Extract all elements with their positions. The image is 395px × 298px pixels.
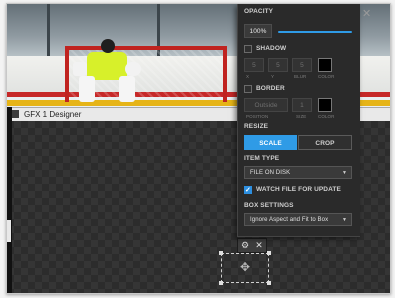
goal-crossbar: [65, 46, 227, 50]
opacity-label: OPACITY: [244, 8, 274, 15]
border-size-input[interactable]: 1: [292, 98, 312, 112]
properties-panel: OPACITY 100% SHADOW 5 5 5 X Y BLUR COLOR…: [237, 4, 360, 237]
shadow-label: SHADOW: [256, 45, 287, 52]
resize-crop-button[interactable]: CROP: [298, 135, 352, 150]
shadow-color-caption: COLOR: [318, 74, 335, 79]
resize-handle-bottom-left[interactable]: [219, 281, 223, 285]
resize-handle-top-left[interactable]: [219, 251, 223, 255]
box-settings-value: Ignore Aspect and Fit to Box: [250, 217, 329, 223]
shadow-blur-input[interactable]: 5: [292, 58, 312, 72]
chevron-down-icon: ▼: [341, 217, 347, 223]
shadow-y-input[interactable]: 5: [268, 58, 288, 72]
opacity-input[interactable]: 100%: [244, 24, 272, 38]
goalie-blocker: [73, 62, 87, 76]
element-toolbar: ⚙ ✕: [237, 238, 267, 253]
selected-element-box[interactable]: ✥: [219, 251, 271, 285]
watch-file-label: WATCH FILE FOR UPDATE: [256, 186, 341, 193]
resize-handle-bottom-right[interactable]: [267, 281, 271, 285]
border-size-caption: SIZE: [296, 114, 307, 119]
opacity-slider[interactable]: [278, 31, 352, 33]
close-icon[interactable]: ✕: [252, 239, 266, 252]
move-icon[interactable]: ✥: [222, 260, 268, 274]
item-type-select[interactable]: FILE ON DISK ▼: [244, 166, 352, 179]
border-position-input[interactable]: Outside: [244, 98, 288, 112]
item-type-value: FILE ON DISK: [250, 170, 291, 176]
shadow-x-input[interactable]: 5: [244, 58, 264, 72]
goalie-pad: [79, 76, 95, 102]
close-icon[interactable]: ✕: [362, 9, 371, 20]
watch-file-checkbox[interactable]: ✓: [244, 186, 252, 194]
canvas-left-edge: [7, 107, 12, 293]
item-type-label: ITEM TYPE: [244, 155, 280, 162]
border-color-caption: COLOR: [318, 114, 335, 119]
goal-post-right: [223, 46, 227, 102]
box-settings-label: BOX SETTINGS: [244, 202, 294, 209]
goalie-glove: [125, 62, 141, 76]
app-window: GFX 1 Designer ⚙ ✕ ✥ OPACITY 100% SHADOW…: [6, 3, 391, 294]
resize-label: RESIZE: [244, 123, 269, 130]
designer-window-icon: [12, 110, 19, 118]
resize-scale-button[interactable]: SCALE: [244, 135, 297, 150]
chevron-down-icon: ▼: [341, 170, 347, 176]
shadow-color-swatch[interactable]: [318, 58, 332, 72]
goal-post-left: [65, 46, 69, 102]
shadow-x-caption: X: [246, 74, 250, 79]
border-checkbox[interactable]: [244, 85, 252, 93]
shadow-blur-caption: BLUR: [294, 74, 307, 79]
shadow-checkbox[interactable]: [244, 45, 252, 53]
border-position-caption: POSITION: [246, 114, 269, 119]
goalie-pad: [119, 76, 135, 102]
box-settings-select[interactable]: Ignore Aspect and Fit to Box ▼: [244, 213, 352, 226]
shadow-y-caption: Y: [271, 74, 275, 79]
resize-handle-top-right[interactable]: [267, 251, 271, 255]
canvas-marker: [7, 220, 11, 242]
glass-post: [47, 4, 50, 58]
border-label: BORDER: [256, 85, 285, 92]
goalie-helmet: [101, 39, 115, 53]
border-color-swatch[interactable]: [318, 98, 332, 112]
gear-icon[interactable]: ⚙: [238, 239, 252, 252]
designer-window-title: GFX 1 Designer: [24, 110, 82, 119]
